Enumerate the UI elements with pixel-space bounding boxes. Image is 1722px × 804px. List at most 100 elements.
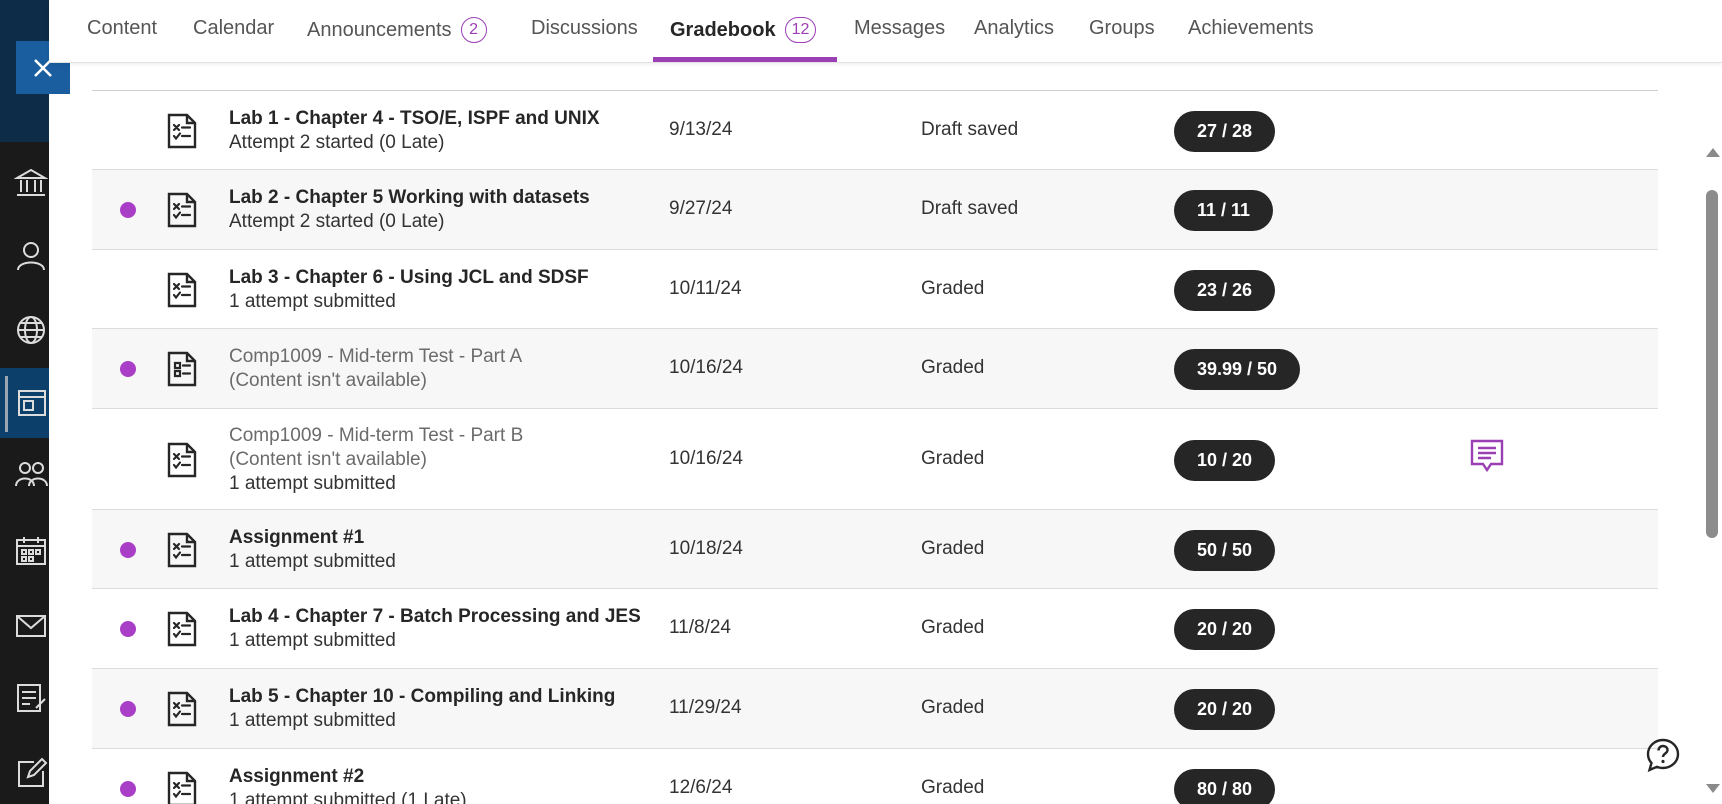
due-date: 10/16/24 [669, 447, 743, 469]
item-title-block: Lab 5 - Chapter 10 - Compiling and Linki… [229, 685, 615, 733]
test-icon [166, 351, 198, 387]
tab-gradebook[interactable]: Gradebook 12 [670, 17, 817, 43]
profile-icon[interactable] [14, 239, 48, 273]
help-icon [1646, 738, 1680, 773]
assignment-icon [166, 771, 198, 804]
due-date: 11/29/24 [669, 697, 742, 718]
item-title-block: Lab 2 - Chapter 5 Working with datasets A… [229, 186, 590, 234]
item-title-link[interactable]: Lab 5 - Chapter 10 - Compiling and Linki… [229, 685, 615, 709]
scrollbar-thumb[interactable] [1706, 190, 1718, 538]
tab-groups[interactable]: Groups [1089, 17, 1155, 40]
gradebook-count-badge: 12 [784, 17, 817, 43]
unread-indicator-dot [120, 361, 136, 377]
grade-pill[interactable]: 20 / 20 [1174, 609, 1276, 650]
grade-row[interactable]: Lab 2 - Chapter 5 Working with datasets A… [92, 170, 1658, 250]
attempt-status: 1 attempt submitted [229, 710, 396, 731]
attempt-status: 1 attempt submitted [229, 290, 396, 312]
item-title-link[interactable]: Lab 3 - Chapter 6 - Using JCL and SDSF [229, 266, 589, 290]
item-title-link[interactable]: Comp1009 - Mid-term Test - Part A [229, 345, 522, 369]
grade-pill[interactable]: 23 / 26 [1174, 269, 1276, 311]
grade-row[interactable]: Comp1009 - Mid-term Test - Part A (Conten… [92, 329, 1658, 409]
due-date: 12/6/24 [669, 777, 733, 798]
due-date: 10/18/24 [669, 537, 743, 559]
grade-pill[interactable]: 50 / 50 [1174, 529, 1276, 571]
grade-row[interactable]: Lab 4 - Chapter 7 - Batch Processing and… [92, 589, 1658, 669]
content-unavailable-note: (Content isn't available) [229, 448, 427, 470]
tab-messages[interactable]: Messages [854, 17, 945, 40]
assignment-icon [166, 113, 198, 149]
help-button[interactable] [1645, 737, 1681, 773]
grade-row[interactable]: Lab 5 - Chapter 10 - Compiling and Linki… [92, 669, 1658, 749]
tab-announcements[interactable]: Announcements 2 [307, 17, 487, 43]
edit-icon[interactable] [14, 757, 48, 791]
unread-indicator-dot [120, 541, 136, 558]
grade-pill[interactable]: 80 / 80 [1174, 769, 1276, 804]
groups-icon[interactable] [14, 458, 48, 492]
tab-content[interactable]: Content [87, 17, 157, 40]
feedback-icon[interactable] [1469, 438, 1505, 474]
grading-status: Graded [921, 777, 985, 798]
item-title-link[interactable]: Assignment #1 [229, 526, 396, 550]
course-tab-bar: Content Calendar Announcements 2 Discussi… [49, 0, 1722, 63]
institution-icon[interactable] [13, 166, 49, 200]
tab-label: Calendar [193, 17, 275, 39]
item-title-link[interactable]: Comp1009 - Mid-term Test - Part B [229, 424, 523, 448]
assignment-icon [166, 691, 198, 727]
grading-status: Graded [921, 697, 985, 718]
scroll-down-arrow[interactable] [1706, 784, 1720, 793]
grade-pill[interactable]: 20 / 20 [1174, 689, 1276, 730]
active-tab-indicator [653, 57, 837, 62]
grade-row[interactable]: Assignment #1 1 attempt submitted 10/18/24… [92, 510, 1658, 589]
grade-pill[interactable]: 11 / 11 [1174, 190, 1274, 231]
left-sidebar [0, 0, 49, 804]
tab-label: Achievements [1188, 17, 1314, 39]
tab-label: Messages [854, 17, 946, 39]
item-title-block: Lab 1 - Chapter 4 - TSO/E, ISPF and UNIX… [229, 107, 600, 155]
assignment-icon [166, 192, 198, 228]
tab-label: Discussions [531, 17, 638, 39]
tab-label: Content [87, 17, 158, 39]
grade-row[interactable]: Assignment #2 1 attempt submitted (1 Late… [92, 749, 1658, 804]
attempt-status: 1 attempt submitted (1 Late) [229, 790, 467, 804]
tab-discussions[interactable]: Discussions [531, 17, 638, 40]
grade-pill[interactable]: 39.99 / 50 [1174, 349, 1301, 390]
calendar-icon[interactable] [14, 534, 48, 568]
attempt-status: 1 attempt submitted [229, 630, 396, 651]
unread-indicator-dot [120, 621, 136, 637]
grade-row[interactable]: Comp1009 - Mid-term Test - Part B (Conten… [92, 409, 1658, 510]
tab-label: Groups [1089, 17, 1155, 39]
courses-icon[interactable] [14, 386, 48, 420]
attempt-status: Attempt 2 started (0 Late) [229, 131, 445, 153]
unread-indicator-dot [120, 781, 136, 797]
grade-row[interactable]: Lab 1 - Chapter 4 - TSO/E, ISPF and UNIX… [92, 91, 1658, 170]
item-title-link[interactable]: Lab 2 - Chapter 5 Working with datasets [229, 186, 590, 210]
due-date: 10/11/24 [669, 277, 742, 299]
tab-label: Analytics [974, 17, 1055, 39]
scroll-up-arrow[interactable] [1706, 148, 1720, 157]
item-title-link[interactable]: Assignment #2 [229, 765, 467, 789]
grades-icon[interactable] [14, 681, 48, 715]
item-title-block: Assignment #2 1 attempt submitted (1 Late… [229, 765, 467, 804]
gradebook-list: Lab 1 - Chapter 4 - TSO/E, ISPF and UNIX… [92, 90, 1658, 804]
grading-status: Graded [921, 537, 985, 559]
item-title-link[interactable]: Lab 1 - Chapter 4 - TSO/E, ISPF and UNIX [229, 107, 600, 131]
assignment-icon [166, 272, 198, 308]
unread-indicator-dot [120, 202, 136, 218]
grading-status: Graded [921, 617, 985, 638]
grade-pill[interactable]: 10 / 20 [1174, 439, 1276, 481]
tab-analytics[interactable]: Analytics [974, 17, 1054, 40]
grade-pill[interactable]: 27 / 28 [1174, 110, 1276, 152]
tab-achievements[interactable]: Achievements [1188, 17, 1314, 40]
content-unavailable-note: (Content isn't available) [229, 370, 427, 391]
item-title-block: Comp1009 - Mid-term Test - Part A (Conten… [229, 345, 522, 393]
grading-status: Graded [921, 447, 985, 469]
item-title-block: Comp1009 - Mid-term Test - Part B (Conten… [229, 424, 523, 496]
grade-row[interactable]: Lab 3 - Chapter 6 - Using JCL and SDSF 1 … [92, 250, 1658, 329]
messages-icon[interactable] [14, 609, 48, 643]
item-title-link[interactable]: Lab 4 - Chapter 7 - Batch Processing and… [229, 605, 641, 629]
course-panel: Content Calendar Announcements 2 Discussi… [49, 0, 1722, 804]
globe-icon[interactable] [14, 313, 48, 347]
tab-calendar[interactable]: Calendar [193, 17, 274, 40]
attempt-status: 1 attempt submitted [229, 472, 396, 494]
item-title-block: Assignment #1 1 attempt submitted [229, 526, 396, 574]
